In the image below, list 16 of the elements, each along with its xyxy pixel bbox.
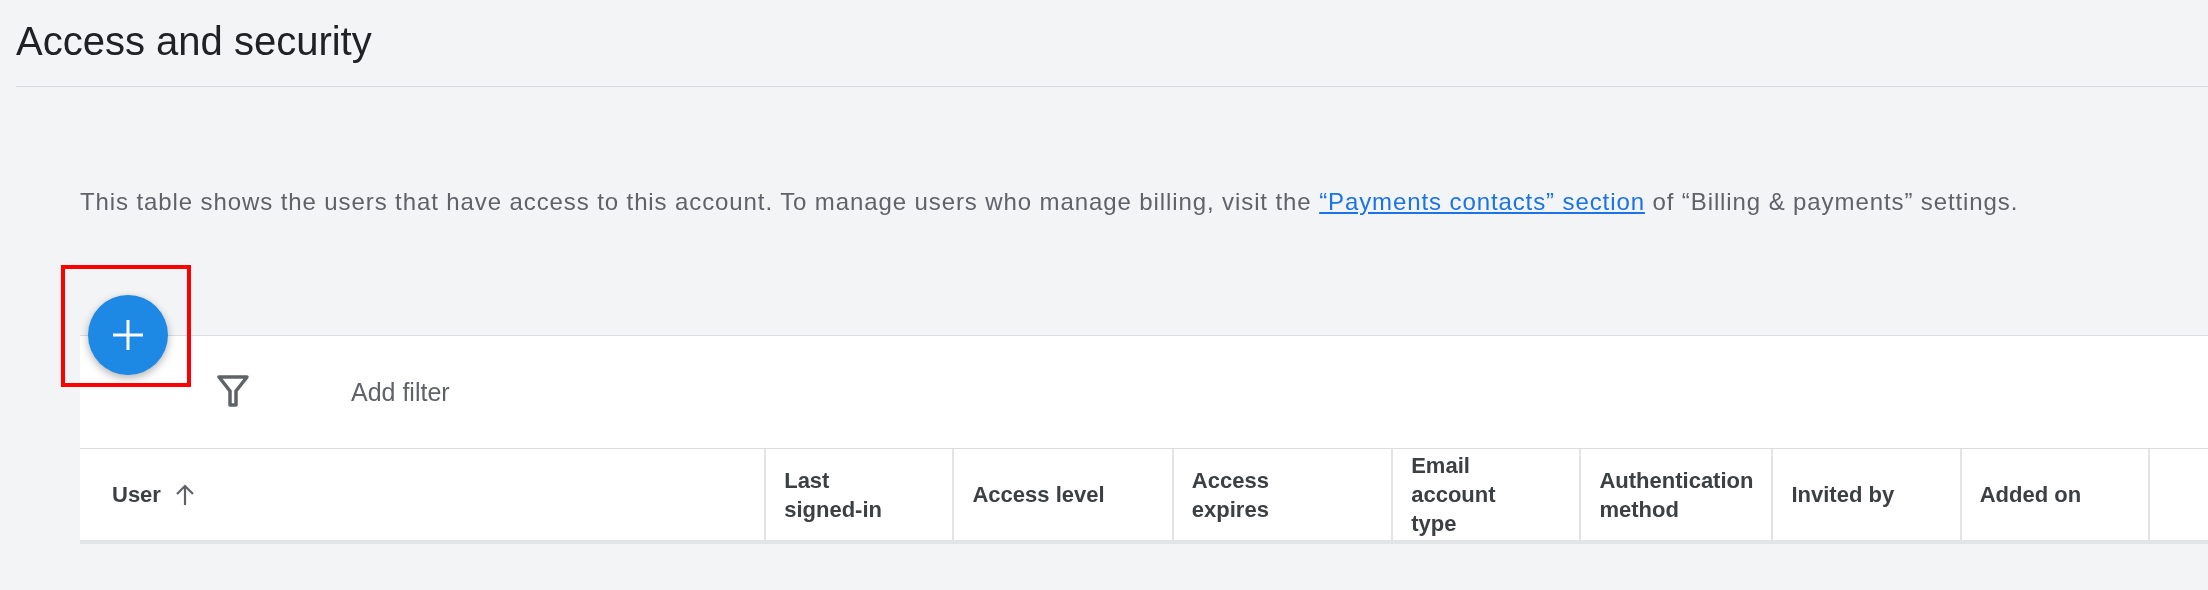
column-header[interactable]: Access expires <box>1173 449 1394 540</box>
column-header[interactable]: Authentication method <box>1581 449 1774 540</box>
column-header[interactable]: Access level <box>954 449 1174 540</box>
add-filter-button[interactable]: Add filter <box>351 377 450 407</box>
plus-icon <box>111 318 145 352</box>
filter-icon[interactable] <box>217 375 249 409</box>
column-header[interactable]: Email account type <box>1393 449 1582 540</box>
payments-contacts-link[interactable]: “Payments contacts” section <box>1319 188 1645 215</box>
column-header[interactable]: Added on <box>1961 449 2150 540</box>
column-header[interactable]: User <box>80 449 767 540</box>
column-header[interactable]: Invited by <box>1773 449 1962 540</box>
page-title: Access and security <box>16 18 372 65</box>
sort-arrow-icon[interactable] <box>174 483 195 506</box>
column-header[interactable]: Last signed-in <box>766 449 955 540</box>
description-text: This table shows the users that have access to this account. To manage users who manage billing, visit the “Payments contacts” section of “Billing & payments” settings. <box>80 187 2020 217</box>
add-user-button[interactable] <box>88 295 168 375</box>
